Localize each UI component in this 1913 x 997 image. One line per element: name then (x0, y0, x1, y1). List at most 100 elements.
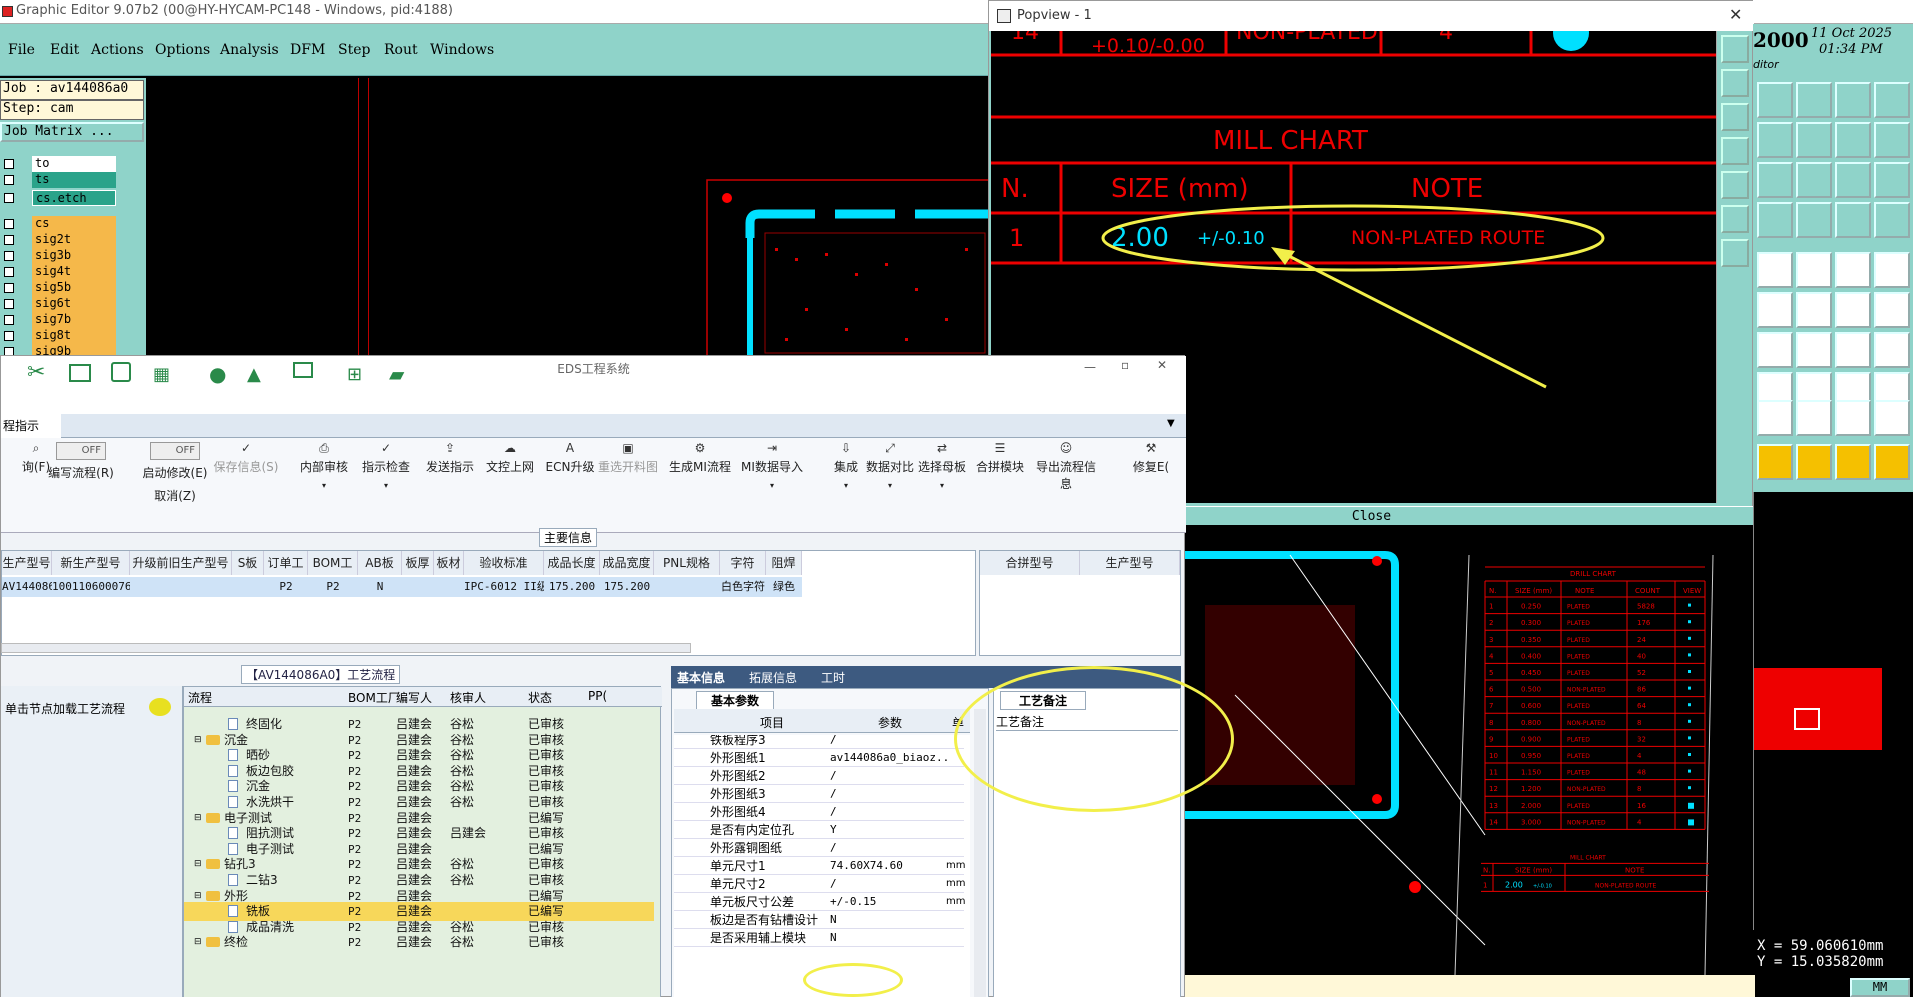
draw-tool-icon[interactable] (1757, 202, 1793, 238)
copy-tool-icon[interactable] (1757, 82, 1793, 118)
menu-windows[interactable]: Windows (430, 42, 494, 58)
ribbon-button[interactable]: OFF 启动修改(E) 取消(Z) (135, 442, 215, 504)
paste-tool-icon[interactable] (1796, 82, 1832, 118)
layer-row[interactable]: sig8t (0, 328, 118, 344)
layer-row[interactable]: to (0, 156, 118, 172)
layer-row[interactable]: sig6t (0, 296, 118, 312)
job-matrix-button[interactable]: Job Matrix ... (0, 122, 144, 142)
chat-icon[interactable] (149, 698, 171, 716)
close-icon[interactable]: ✕ (1157, 358, 1167, 372)
grid-tool-icon[interactable] (1796, 202, 1832, 238)
dropdown-icon[interactable]: ▾ (289, 481, 359, 490)
layers-tool-icon[interactable] (1835, 202, 1871, 238)
layer-row[interactable]: sig2t (0, 232, 118, 248)
tree-col-header[interactable]: 编写人 (396, 689, 432, 706)
grid-col-header[interactable]: 升级前旧生产型号 (130, 551, 232, 575)
grid-col-header[interactable]: 字符 (720, 551, 766, 575)
connect-tool-icon[interactable] (1874, 292, 1910, 328)
minimize-icon[interactable]: — (1084, 360, 1096, 374)
select-cursor4-icon[interactable] (1874, 444, 1910, 480)
param-row[interactable]: 单元板尺寸公差 +/-0.15 mm (674, 893, 965, 911)
layer-checkbox[interactable] (4, 251, 14, 261)
param-row[interactable]: 外形图纸1 av144086a0_biaoz... (674, 749, 964, 767)
scale-tool-icon[interactable] (1835, 162, 1871, 198)
diag-tool-icon[interactable] (1796, 332, 1832, 368)
window-tool-icon[interactable] (1874, 82, 1910, 118)
layer-row[interactable]: sig3b (0, 248, 118, 264)
menu-analysis[interactable]: Analysis (220, 42, 279, 58)
param-row[interactable]: 单元尺寸2 /mm (674, 875, 965, 893)
layer-checkbox[interactable] (4, 283, 14, 293)
param-row[interactable]: 外形图纸4 / (674, 803, 964, 821)
menu-options[interactable]: Options (155, 42, 210, 58)
dropdown-icon[interactable]: ▾ (907, 481, 977, 490)
zoom-area-tool-icon[interactable] (1721, 171, 1749, 199)
pan-up-tool-icon[interactable] (1721, 35, 1749, 63)
line-tool-icon[interactable] (1757, 332, 1793, 368)
tab-instruction[interactable]: 程指示 × (1, 414, 61, 457)
ribbon-button[interactable]: ✓ 指示检查 ▾ (351, 442, 421, 490)
grid-col-header[interactable]: 板厚 (402, 551, 434, 575)
merge-col-header[interactable]: 生产型号 (1080, 551, 1180, 575)
layer-checkbox[interactable] (4, 193, 14, 203)
ribbon-button[interactable]: ⇥ MI数据导入 ▾ (737, 442, 807, 490)
layer-checkbox[interactable] (4, 219, 14, 229)
layer-row[interactable]: cs.etch (0, 190, 118, 206)
dropdown-icon[interactable]: ▾ (351, 481, 421, 490)
close-icon[interactable]: ✕ (1729, 5, 1742, 24)
arc-tool-icon[interactable] (1835, 332, 1871, 368)
param-value[interactable]: / (830, 803, 950, 821)
select-cursor-icon[interactable] (1757, 444, 1793, 480)
tree-col-header[interactable]: 核审人 (450, 689, 486, 706)
grid-col-header[interactable]: 阻焊 (766, 551, 802, 575)
tree-col-header[interactable]: 流程 (188, 689, 212, 706)
param-value[interactable]: av144086a0_biaoz... (830, 749, 950, 767)
layer-checkbox[interactable] (4, 315, 14, 325)
zoom-in-tool-icon[interactable] (1721, 137, 1749, 165)
pad-tool-icon[interactable] (1757, 252, 1793, 288)
toggle-switch[interactable]: OFF (56, 442, 106, 460)
grid-col-header[interactable]: 成品宽度 (600, 551, 654, 575)
param-value[interactable]: / (830, 785, 950, 803)
layers-edit-tool-icon[interactable] (1874, 202, 1910, 238)
ribbon-button[interactable]: ☺ 导出流程信息 (1031, 442, 1101, 492)
menu-actions[interactable]: Actions (91, 42, 144, 58)
grid-col-header[interactable]: PNL规格 (654, 551, 720, 575)
zoom-home-tool-icon[interactable] (1721, 69, 1749, 97)
arch2-tool-icon[interactable] (1874, 400, 1910, 436)
select-cursor2-icon[interactable] (1796, 444, 1832, 480)
select-cursor3-icon[interactable] (1835, 444, 1871, 480)
param-row[interactable]: 外形图纸3 / (674, 785, 964, 803)
param-value[interactable]: 74.60X74.60 (830, 857, 950, 875)
center-tool-icon[interactable] (1796, 162, 1832, 198)
layer-checkbox[interactable] (4, 235, 14, 245)
param-row[interactable]: 是否采用辅上模块 N (674, 929, 964, 947)
zoom-center-tool-icon[interactable] (1721, 239, 1749, 267)
preview-viewport[interactable] (1794, 708, 1820, 730)
zoom-fit-tool-icon[interactable] (1721, 205, 1749, 233)
snap-tool-icon[interactable] (1874, 122, 1910, 158)
layer-row[interactable]: sig5b (0, 280, 118, 296)
grid-col-header[interactable]: BOM工厂 (308, 551, 358, 594)
layer-row[interactable]: sig7b (0, 312, 118, 328)
zoom-out-tool-icon[interactable] (1721, 103, 1749, 131)
menu-dfm[interactable]: DFM (290, 42, 325, 58)
layer-checkbox[interactable] (4, 299, 14, 309)
ruler-tool-icon[interactable] (1835, 252, 1871, 288)
param-value[interactable]: / (830, 875, 950, 893)
param-value[interactable]: / (830, 839, 950, 857)
param-value[interactable]: N (830, 911, 950, 929)
ribbon-button[interactable]: ⎙ 内部审核 ▾ (289, 442, 359, 490)
maximize-icon[interactable]: ▫ (1121, 358, 1129, 372)
home-tool-icon[interactable] (1835, 82, 1871, 118)
layer-checkbox[interactable] (4, 267, 14, 277)
grid-col-header[interactable]: 板材 (434, 551, 464, 575)
shape-tool-icon[interactable] (1796, 252, 1832, 288)
grid-col-header[interactable]: S板 (232, 551, 264, 575)
merge-col-header[interactable]: 合拼型号 (980, 551, 1080, 575)
collapse-icon[interactable]: ⊟ (194, 933, 202, 952)
grid-col-header[interactable]: AB板 (358, 551, 402, 575)
a-tool-icon[interactable] (1796, 400, 1832, 436)
param-row[interactable]: 铁板程序3 / (674, 735, 964, 749)
layer-checkbox[interactable] (4, 159, 14, 169)
